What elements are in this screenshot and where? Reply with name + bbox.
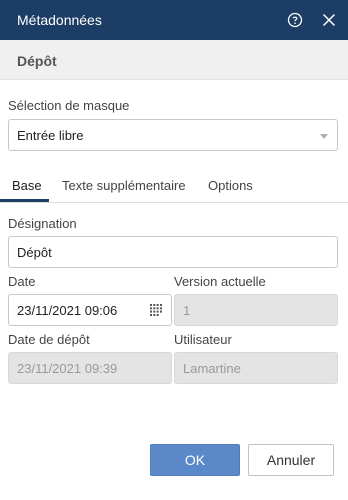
dialog-title: Métadonnées [17, 12, 102, 28]
active-tab-indicator [0, 199, 49, 202]
date-field[interactable]: 23/11/2021 09:06 [8, 294, 172, 326]
version-field: 1 [174, 294, 338, 326]
mask-label: Sélection de masque [8, 98, 130, 113]
user-value: Lamartine [183, 361, 241, 376]
mask-select-value: Entrée libre [17, 128, 84, 143]
dialog-titlebar: Métadonnées [0, 0, 348, 40]
user-field: Lamartine [174, 352, 338, 384]
version-value: 1 [183, 303, 191, 318]
date-label: Date [8, 274, 36, 289]
ok-button[interactable]: OK [150, 444, 240, 476]
chevron-down-icon [320, 134, 328, 139]
deposit-date-label: Date de dépôt [8, 332, 90, 347]
deposit-date-field: 23/11/2021 09:39 [8, 352, 172, 384]
deposit-date-value: 23/11/2021 09:39 [17, 361, 118, 376]
help-circle-icon[interactable] [287, 12, 303, 28]
section-title: Dépôt [17, 53, 57, 69]
tab-base[interactable]: Base [12, 178, 42, 193]
calendar-icon[interactable] [150, 304, 162, 316]
tab-options[interactable]: Options [208, 178, 253, 193]
tab-bar: Base Texte supplémentaire Options [0, 170, 348, 203]
designation-label: Désignation [8, 216, 77, 231]
user-label: Utilisateur [174, 332, 232, 347]
version-label: Version actuelle [174, 274, 266, 289]
date-value: 23/11/2021 09:06 [17, 303, 118, 318]
section-header: Dépôt [0, 40, 348, 80]
designation-value: Dépôt [17, 245, 52, 260]
cancel-button[interactable]: Annuler [248, 444, 334, 476]
close-icon[interactable] [321, 12, 337, 28]
tab-texte-supplementaire[interactable]: Texte supplémentaire [62, 178, 186, 193]
designation-field[interactable]: Dépôt [8, 236, 338, 268]
mask-select[interactable]: Entrée libre [8, 119, 338, 151]
